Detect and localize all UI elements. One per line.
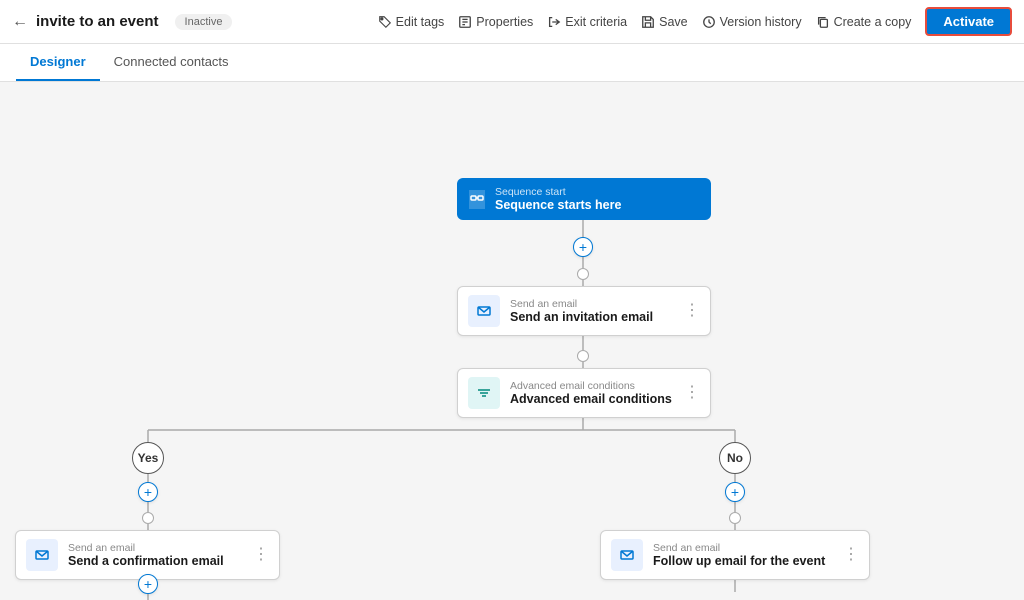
confirmation-email-node: Send an email Send a confirmation email … bbox=[15, 530, 280, 580]
followup-email-node: Send an email Follow up email for the ev… bbox=[600, 530, 870, 580]
header-actions: Edit tags Properties Exit criteria Save … bbox=[378, 7, 1012, 36]
add-button-left[interactable]: + bbox=[138, 482, 158, 502]
send-email-1-node: Send an email Send an invitation email ⋮ bbox=[457, 286, 711, 336]
advanced-conditions-name: Advanced email conditions bbox=[510, 392, 674, 406]
confirmation-email-label: Send an email bbox=[68, 542, 243, 554]
edit-tags-button[interactable]: Edit tags bbox=[378, 15, 445, 29]
sequence-start-name: Sequence starts here bbox=[495, 198, 699, 212]
connector-circle-left bbox=[142, 512, 154, 524]
yes-branch-label: Yes bbox=[132, 442, 164, 474]
followup-email-name: Follow up email for the event bbox=[653, 554, 833, 568]
confirmation-email-menu[interactable]: ⋮ bbox=[253, 547, 269, 563]
status-badge: Inactive bbox=[175, 14, 233, 30]
sequence-start-icon bbox=[469, 190, 485, 209]
page-title: invite to an event bbox=[36, 13, 159, 30]
sequence-start-label: Sequence start bbox=[495, 186, 699, 198]
exit-criteria-button[interactable]: Exit criteria bbox=[547, 15, 627, 29]
flow-canvas: Sequence start Sequence starts here + Se… bbox=[0, 82, 1024, 600]
tab-designer[interactable]: Designer bbox=[16, 44, 100, 81]
send-email-1-label: Send an email bbox=[510, 298, 674, 310]
save-button[interactable]: Save bbox=[641, 15, 688, 29]
connector-circle-1 bbox=[577, 268, 589, 280]
header: ← invite to an event Inactive Edit tags … bbox=[0, 0, 1024, 44]
properties-button[interactable]: Properties bbox=[458, 15, 533, 29]
add-button-right[interactable]: + bbox=[725, 482, 745, 502]
followup-email-label: Send an email bbox=[653, 542, 833, 554]
confirmation-email-name: Send a confirmation email bbox=[68, 554, 243, 568]
sequence-start-node: Sequence start Sequence starts here bbox=[457, 178, 711, 220]
send-email-1-menu[interactable]: ⋮ bbox=[684, 303, 700, 319]
add-button-1[interactable]: + bbox=[573, 237, 593, 257]
followup-email-icon bbox=[611, 539, 643, 571]
no-branch-label: No bbox=[719, 442, 751, 474]
send-email-1-name: Send an invitation email bbox=[510, 310, 674, 324]
add-button-left-2[interactable]: + bbox=[138, 574, 158, 594]
followup-email-menu[interactable]: ⋮ bbox=[843, 547, 859, 563]
advanced-conditions-menu[interactable]: ⋮ bbox=[684, 385, 700, 401]
tab-connected-contacts[interactable]: Connected contacts bbox=[100, 44, 243, 81]
version-history-button[interactable]: Version history bbox=[702, 15, 802, 29]
connector-circle-2 bbox=[577, 350, 589, 362]
send-email-1-icon bbox=[468, 295, 500, 327]
activate-button[interactable]: Activate bbox=[925, 7, 1012, 36]
advanced-conditions-label: Advanced email conditions bbox=[510, 380, 674, 392]
create-copy-button[interactable]: Create a copy bbox=[816, 15, 912, 29]
connector-circle-right bbox=[729, 512, 741, 524]
tabs: Designer Connected contacts bbox=[0, 44, 1024, 82]
flow-lines bbox=[0, 82, 1024, 600]
advanced-conditions-node: Advanced email conditions Advanced email… bbox=[457, 368, 711, 418]
confirmation-email-icon bbox=[26, 539, 58, 571]
back-button[interactable]: ← bbox=[12, 13, 28, 31]
advanced-conditions-icon bbox=[468, 377, 500, 409]
